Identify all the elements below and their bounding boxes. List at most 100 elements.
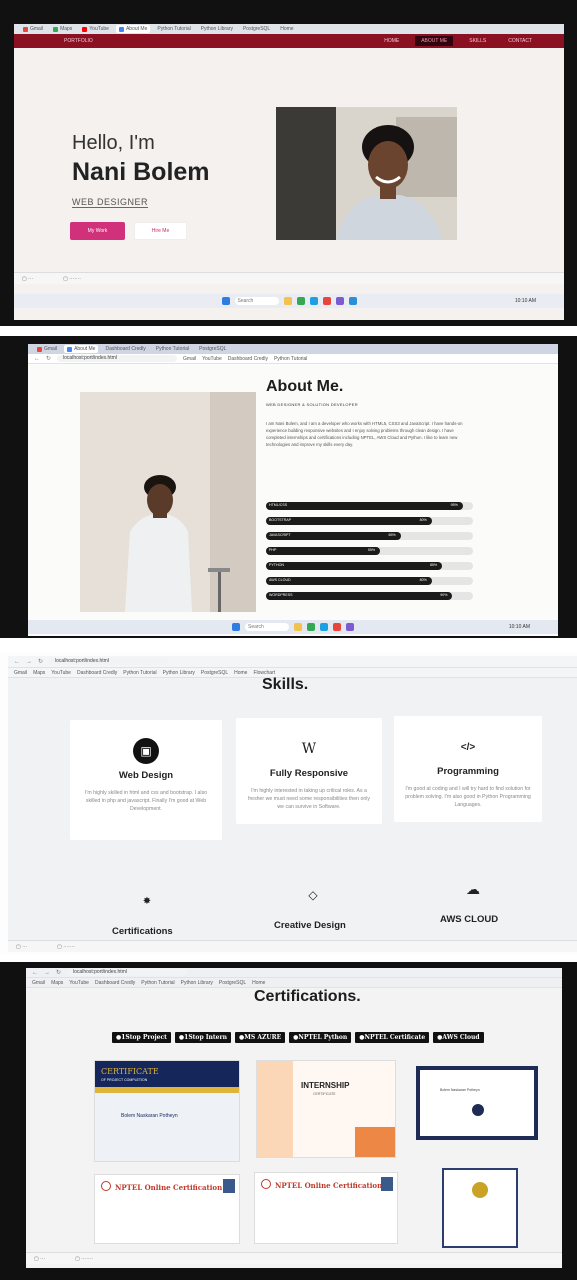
about-paragraph: I am Nani Bolem, and I am a developer wh… (266, 421, 463, 447)
nav-contact[interactable]: CONTACT (502, 36, 538, 46)
bookmark-item[interactable]: Maps (51, 980, 63, 986)
browser-tab-active[interactable]: About Me (64, 345, 99, 353)
skill-card-programming[interactable]: </> Programming I'm good at coding and I… (394, 716, 542, 822)
browser-addressbar: ← → ↻ localhost:port/index.html (8, 656, 577, 668)
store-icon[interactable] (333, 623, 341, 631)
filter-1stop-intern[interactable]: ● 1Stop Intern (174, 1032, 232, 1043)
bookmark-item[interactable]: YouTube (69, 980, 89, 986)
forward-arrow-icon[interactable]: → (44, 970, 50, 976)
skill-percent: 80% (419, 518, 427, 522)
windows-start-icon[interactable] (221, 297, 230, 305)
back-arrow-icon[interactable]: ← (14, 659, 20, 665)
bookmark-item[interactable]: Python Tutorial (274, 356, 307, 362)
certificate-card[interactable]: NPTEL Online Certification (254, 1172, 398, 1244)
url-field[interactable]: localhost:port/index.html (57, 355, 178, 362)
filter-ms-azure[interactable]: ● MS AZURE (235, 1032, 286, 1043)
browser-tab[interactable]: Python Tutorial (153, 345, 192, 353)
taskbar-search[interactable]: Search (234, 297, 279, 305)
download-item[interactable]: ▢ ······· (75, 1256, 93, 1262)
taskbar-search[interactable]: Search (245, 623, 289, 631)
bookmark-item[interactable]: YouTube (202, 356, 222, 362)
edge-icon[interactable] (309, 297, 318, 305)
bookmark-item[interactable]: Gmail (32, 980, 45, 986)
bookmark-item[interactable]: Dashboard Credly (95, 980, 135, 986)
mail-icon[interactable] (346, 623, 354, 631)
chrome-icon[interactable] (296, 297, 305, 305)
certificate-card[interactable]: INTERNSHIP CERTIFICATE (256, 1060, 396, 1158)
my-work-button[interactable]: My Work (70, 222, 125, 240)
file-explorer-icon[interactable] (283, 297, 292, 305)
bookmark-item[interactable]: Home (234, 670, 247, 676)
browser-tab[interactable]: Python Library (198, 25, 236, 33)
photo-frame-skills: ← → ↻ localhost:port/index.html Gmail Ma… (0, 652, 577, 954)
file-explorer-icon[interactable] (294, 623, 302, 631)
bookmark-item[interactable]: Python Tutorial (141, 980, 174, 986)
forward-arrow-icon[interactable]: → (26, 659, 32, 665)
store-icon[interactable] (322, 297, 331, 305)
browser-tab[interactable]: PostgreSQL (196, 345, 229, 353)
certificate-card[interactable]: Bolem Naskaran Potheyn (416, 1066, 538, 1140)
bookmark-item[interactable]: PostgreSQL (219, 980, 246, 986)
bookmark-item[interactable]: Python Library (163, 670, 195, 676)
browser-tabbar[interactable]: Gmail Maps YouTube About Me Python Tutor… (14, 24, 564, 34)
windows-start-icon[interactable] (232, 623, 240, 631)
download-bar[interactable]: ▢ ··· ▢ ······· (26, 1252, 562, 1264)
bookmark-item[interactable]: Flowchart (253, 670, 275, 676)
skill-card-web-design[interactable]: ▣ Web Design I'm highly skilled in html … (70, 720, 222, 840)
bookmark-item[interactable]: Maps (33, 670, 45, 676)
reload-icon[interactable]: ↻ (46, 355, 51, 362)
certificate-card[interactable]: NPTEL Online Certification (94, 1174, 240, 1244)
bookmark-item[interactable]: Gmail (183, 356, 196, 362)
browser-tab[interactable]: Home (277, 25, 296, 33)
bookmark-item[interactable]: Python Tutorial (123, 670, 156, 676)
browser-tab[interactable]: Python Tutorial (154, 25, 193, 33)
url-field[interactable]: localhost:port/index.html (67, 969, 188, 976)
skill-card-responsive[interactable]: W Fully Responsive I'm highly interested… (236, 718, 382, 824)
download-bar[interactable]: ▢ ··· ▢ ······· (8, 940, 577, 952)
reload-icon[interactable]: ↻ (56, 969, 61, 976)
back-arrow-icon[interactable]: ← (34, 356, 40, 362)
certificate-card[interactable] (442, 1168, 518, 1248)
browser-tab[interactable]: PostgreSQL (240, 25, 273, 33)
hire-me-button[interactable]: Hire Me (134, 222, 187, 240)
filter-1stop-project[interactable]: ● 1Stop Project (112, 1032, 171, 1043)
filter-nptel-python[interactable]: ● NPTEL Python (289, 1032, 352, 1043)
browser-tab[interactable]: Maps (50, 25, 75, 33)
nav-about[interactable]: ABOUT ME (415, 36, 454, 46)
download-item[interactable]: ▢ ··· (22, 276, 33, 282)
bookmark-item[interactable]: YouTube (51, 670, 71, 676)
bookmark-item[interactable]: Dashboard Credly (228, 356, 268, 362)
download-bar[interactable]: ▢ ··· ▢ ······· (14, 272, 564, 284)
filter-nptel-certificate[interactable]: ● NPTEL Certificate (355, 1032, 430, 1043)
download-item[interactable]: ▢ ··· (16, 944, 27, 950)
back-arrow-icon[interactable]: ← (32, 970, 38, 976)
download-item[interactable]: ▢ ··· (34, 1256, 45, 1262)
browser-tab[interactable]: Gmail (20, 25, 46, 33)
mail-icon[interactable] (335, 297, 344, 305)
about-photo (80, 392, 256, 612)
url-field[interactable]: localhost:port/index.html (49, 658, 170, 665)
browser-tab-active[interactable]: About Me (115, 25, 151, 33)
certificate-card[interactable]: CERTIFICATE OF PROJECT COMPLETION Bolem … (94, 1060, 240, 1162)
vscode-icon[interactable] (348, 297, 357, 305)
nav-skills[interactable]: SKILLS (463, 36, 492, 46)
browser-tabbar[interactable]: Gmail About Me Dashboard Credly Python T… (28, 344, 558, 354)
download-item[interactable]: ▢ ······· (63, 276, 81, 282)
download-item[interactable]: ▢ ······· (57, 944, 75, 950)
browser-tab[interactable]: YouTube (79, 25, 112, 33)
reload-icon[interactable]: ↻ (38, 658, 43, 665)
hero-name: Nani Bolem (72, 158, 210, 186)
wordpress-icon: W (301, 741, 317, 757)
bookmark-item[interactable]: PostgreSQL (201, 670, 228, 676)
nav-home[interactable]: HOME (378, 36, 405, 46)
bookmark-item[interactable]: Dashboard Credly (77, 670, 117, 676)
bookmark-item[interactable]: Python Library (181, 980, 213, 986)
filter-aws-cloud[interactable]: ● AWS Cloud (433, 1032, 484, 1043)
browser-tab[interactable]: Gmail (34, 345, 60, 353)
bookmark-item[interactable]: Gmail (14, 670, 27, 676)
bookmark-item[interactable]: Home (252, 980, 265, 986)
edge-icon[interactable] (320, 623, 328, 631)
browser-tab[interactable]: Dashboard Credly (102, 345, 148, 353)
brand-logo[interactable]: PORTFOLIO (64, 38, 93, 44)
chrome-icon[interactable] (307, 623, 315, 631)
